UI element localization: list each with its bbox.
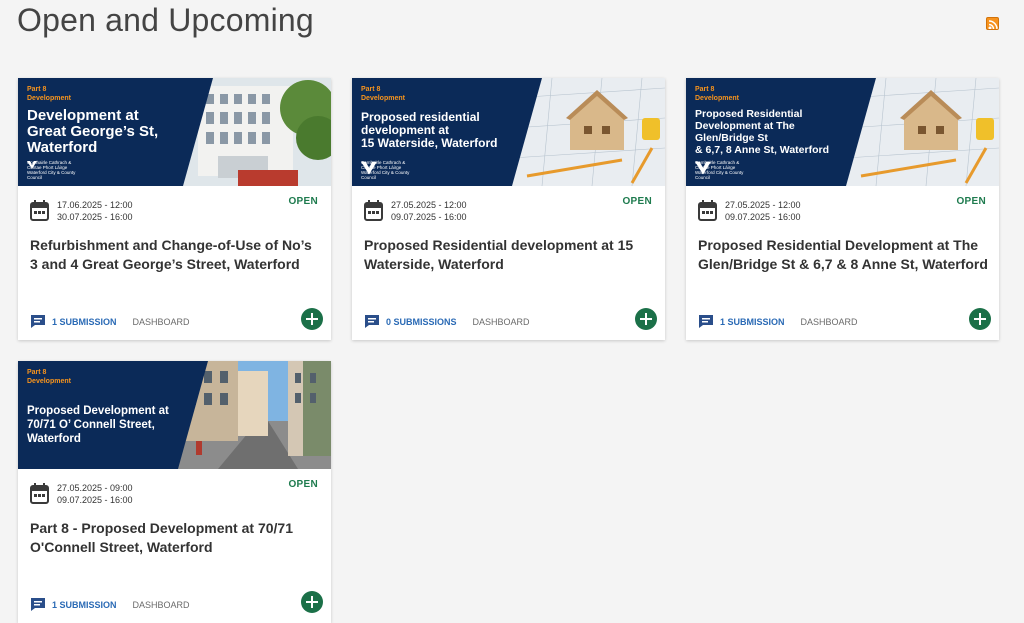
comment-icon: [365, 315, 379, 328]
banner-title: Proposed residential development at 15 Wat…: [361, 110, 498, 150]
card-banner-image[interactable]: Part 8 Development Proposed Development a…: [18, 361, 331, 469]
dashboard-link[interactable]: DASHBOARD: [801, 317, 858, 327]
status-badge: OPEN: [288, 479, 318, 490]
comment-icon: [31, 315, 45, 328]
add-submission-button[interactable]: [301, 308, 323, 330]
date-range: 27.05.2025 - 12:00 09.07.2025 - 16:00: [725, 200, 801, 222]
banner-tag: Part 8 Development: [27, 86, 71, 102]
card-title[interactable]: Proposed Residential Development at The …: [698, 236, 988, 274]
consultation-card[interactable]: Part 8 Development Proposed Development a…: [18, 361, 331, 623]
status-badge: OPEN: [288, 196, 318, 207]
dashboard-link[interactable]: DASHBOARD: [133, 600, 190, 610]
submissions-link[interactable]: 0 SUBMISSIONS: [386, 317, 457, 327]
page-title: Open and Upcoming: [17, 2, 314, 38]
consultation-card[interactable]: Part 8 Development Proposed residential de…: [352, 78, 665, 340]
consultation-card[interactable]: Part 8 Development Development at Great Ge…: [18, 78, 331, 340]
status-badge: OPEN: [622, 196, 652, 207]
submissions-link[interactable]: 1 SUBMISSION: [52, 600, 117, 610]
date-range: 17.06.2025 - 12:00 30.07.2025 - 16:00: [57, 200, 133, 222]
consultation-card[interactable]: Part 8 Development Proposed Residential De…: [686, 78, 999, 340]
banner-title: Proposed Residential Development at The Gl…: [695, 108, 829, 156]
comment-icon: [31, 598, 45, 611]
card-title[interactable]: Refurbishment and Change-of-Use of No’s …: [30, 236, 320, 274]
dashboard-link[interactable]: DASHBOARD: [473, 317, 530, 327]
banner-tag: Part 8 Development: [695, 86, 739, 102]
card-title[interactable]: Part 8 - Proposed Development at 70/71 O…: [30, 519, 320, 557]
card-banner-image[interactable]: Part 8 Development Proposed residential de…: [352, 78, 665, 186]
council-logo: Comhairle Cathrach & Contae Phort Láirge…: [361, 160, 410, 180]
calendar-icon: [364, 200, 383, 221]
status-badge: OPEN: [956, 196, 986, 207]
card-banner-image[interactable]: Part 8 Development Proposed Residential De…: [686, 78, 999, 186]
card-banner-image[interactable]: Part 8 Development Development at Great Ge…: [18, 78, 331, 186]
calendar-icon: [30, 200, 49, 221]
dashboard-link[interactable]: DASHBOARD: [133, 317, 190, 327]
submissions-link[interactable]: 1 SUBMISSION: [720, 317, 785, 327]
banner-title: Development at Great George’s St, Waterfor…: [27, 107, 159, 156]
add-submission-button[interactable]: [301, 591, 323, 613]
calendar-icon: [30, 483, 49, 504]
council-logo: Comhairle Cathrach & Contae Phort Láirge…: [27, 160, 76, 180]
date-range: 27.05.2025 - 12:00 09.07.2025 - 16:00: [391, 200, 467, 222]
calendar-icon: [698, 200, 717, 221]
banner-title: Proposed Development at 70/71 O’ Connell …: [27, 405, 169, 445]
submissions-link[interactable]: 1 SUBMISSION: [52, 317, 117, 327]
banner-tag: Part 8 Development: [27, 369, 71, 385]
card-title[interactable]: Proposed Residential development at 15 W…: [364, 236, 654, 274]
comment-icon: [699, 315, 713, 328]
add-submission-button[interactable]: [635, 308, 657, 330]
date-range: 27.05.2025 - 09:00 09.07.2025 - 16:00: [57, 483, 133, 505]
banner-tag: Part 8 Development: [361, 86, 405, 102]
council-logo: Comhairle Cathrach & Contae Phort Láirge…: [695, 160, 744, 180]
rss-icon[interactable]: [986, 17, 999, 30]
add-submission-button[interactable]: [969, 308, 991, 330]
